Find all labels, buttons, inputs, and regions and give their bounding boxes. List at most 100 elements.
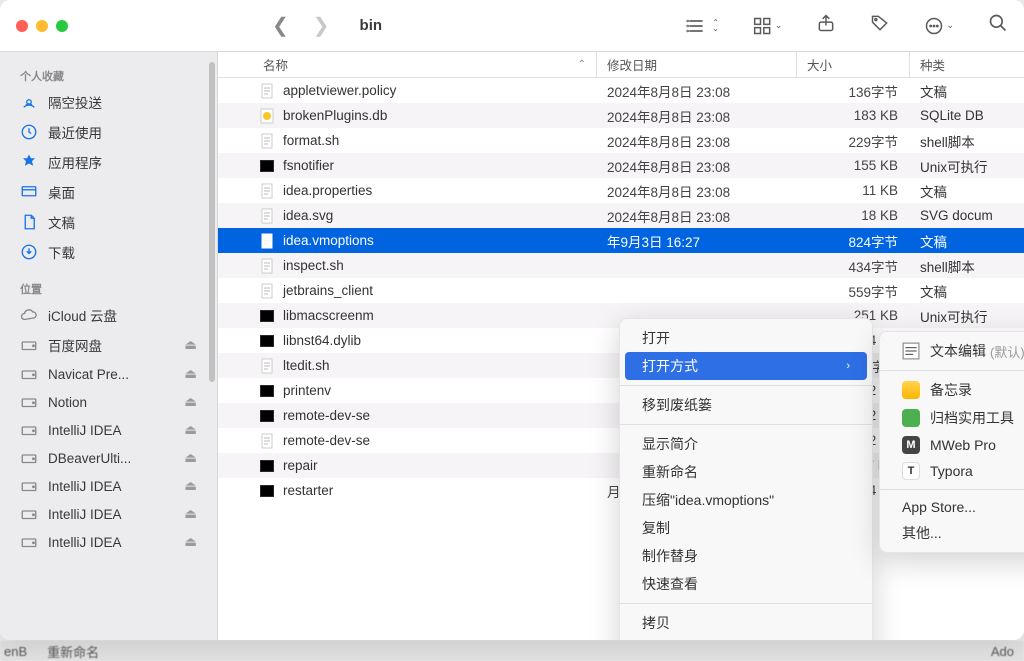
sidebar-item-apps[interactable]: 应用程序 [0, 147, 217, 177]
sidebar-location[interactable]: IntelliJ IDEA⏏ [0, 472, 217, 500]
sidebar-location[interactable]: Notion ⏏ [0, 388, 217, 416]
file-icon [259, 233, 275, 249]
ow-typora[interactable]: TTypora [880, 458, 1024, 484]
sidebar-item-airdrop[interactable]: 隔空投送 [0, 87, 217, 117]
file-kind: 文稿 [910, 81, 1024, 101]
file-icon [259, 133, 275, 149]
background-blur: enB重新命名Ado [0, 641, 1024, 661]
sidebar-location[interactable]: Navicat Pre...⏏ [0, 360, 217, 388]
ctx-copy[interactable]: 拷贝 [620, 609, 872, 637]
typora-app-icon: T [902, 462, 920, 480]
file-date: 2024年8月8日 23:08 [597, 106, 797, 126]
column-header-kind[interactable]: 种类 [910, 52, 1024, 77]
eject-icon[interactable]: ⏏ [184, 394, 197, 410]
close-window-button[interactable] [16, 20, 28, 32]
sidebar-item-doc[interactable]: 文稿 [0, 207, 217, 237]
sidebar-item-desktop[interactable]: 桌面 [0, 177, 217, 207]
ctx-quick-look[interactable]: 快速查看 [620, 570, 872, 598]
sidebar-location[interactable]: IntelliJ IDEA⏏ [0, 528, 217, 556]
sidebar-location[interactable]: IntelliJ IDEA⏏ [0, 416, 217, 444]
file-row[interactable]: ▸appletviewer.policy2024年8月8日 23:08136字节… [218, 78, 1024, 103]
eject-icon[interactable]: ⏏ [184, 422, 197, 438]
ow-mweb[interactable]: MMWeb Pro [880, 432, 1024, 458]
file-size: 434字节 [797, 256, 910, 276]
eject-icon[interactable]: ⏏ [184, 366, 197, 382]
ow-textedit[interactable]: 文本编辑(默认) [880, 337, 1024, 365]
sidebar-item-label: 文稿 [48, 212, 75, 232]
airdrop-icon [20, 93, 38, 111]
tags-button[interactable] [870, 13, 890, 38]
desktop-icon [20, 183, 38, 201]
eject-icon[interactable]: ⏏ [184, 534, 197, 550]
disk-icon [20, 505, 38, 523]
sidebar-section-locations: 位置 [0, 275, 217, 300]
ctx-open[interactable]: 打开 [620, 324, 872, 352]
column-header-size[interactable]: 大小 [797, 52, 910, 77]
eject-icon[interactable]: ⏏ [184, 337, 197, 353]
ow-other[interactable]: 其他... [880, 519, 1024, 547]
file-name: format.sh [283, 133, 339, 148]
sidebar-item-label: Notion [48, 395, 87, 410]
group-by-button[interactable]: ⌄ [753, 16, 783, 36]
sidebar-location[interactable]: iCloud 云盘 [0, 300, 217, 330]
sidebar-location[interactable]: DBeaverUlti...⏏ [0, 444, 217, 472]
file-size: 155 KB [797, 158, 910, 173]
sidebar-scrollbar[interactable] [209, 62, 215, 382]
sidebar-location[interactable]: 百度网盘⏏ [0, 330, 217, 360]
ow-notes[interactable]: 备忘录 [880, 376, 1024, 404]
ctx-duplicate[interactable]: 复制 [620, 514, 872, 542]
eject-icon[interactable]: ⏏ [184, 478, 197, 494]
minimize-window-button[interactable] [36, 20, 48, 32]
ctx-rename[interactable]: 重新命名 [620, 458, 872, 486]
ctx-compress[interactable]: 压缩"idea.vmoptions" [620, 486, 872, 514]
sidebar-location[interactable]: IntelliJ IDEA⏏ [0, 500, 217, 528]
action-menu-button[interactable]: ⌄ [924, 16, 954, 36]
file-name: idea.vmoptions [283, 233, 374, 248]
ctx-move-to-trash[interactable]: 移到废纸篓 [620, 391, 872, 419]
column-header-date[interactable]: 修改日期 [597, 52, 797, 77]
file-size: 136字节 [797, 81, 910, 101]
traffic-lights [16, 20, 68, 32]
sidebar-item-download[interactable]: 下载 [0, 237, 217, 267]
ctx-make-alias[interactable]: 制作替身 [620, 542, 872, 570]
file-icon [259, 258, 275, 274]
ctx-get-info[interactable]: 显示简介 [620, 430, 872, 458]
file-row[interactable]: ▸inspect.sh434字节shell脚本 [218, 253, 1024, 278]
ow-app-store[interactable]: App Store... [880, 495, 1024, 519]
file-row[interactable]: ▸idea.svg2024年8月8日 23:0818 KBSVG docum [218, 203, 1024, 228]
file-icon [259, 433, 275, 449]
file-row[interactable]: ▸jetbrains_client559字节文稿 [218, 278, 1024, 303]
file-icon [259, 283, 275, 299]
file-row[interactable]: ▸brokenPlugins.db2024年8月8日 23:08183 KBSQ… [218, 103, 1024, 128]
ctx-open-with[interactable]: 打开方式› [625, 352, 867, 380]
disk-icon [20, 533, 38, 551]
file-kind: 文稿 [910, 181, 1024, 201]
file-name: jetbrains_client [283, 283, 373, 298]
sidebar-item-label: 下载 [48, 242, 75, 262]
share-button[interactable] [816, 13, 836, 38]
file-row[interactable]: ▸format.sh2024年8月8日 23:08229字节shell脚本 [218, 128, 1024, 153]
file-size: 11 KB [797, 183, 910, 198]
eject-icon[interactable]: ⏏ [184, 450, 197, 466]
window-title: bin [360, 17, 383, 34]
notes-app-icon [902, 381, 920, 399]
search-button[interactable] [988, 13, 1008, 38]
disk-icon [20, 421, 38, 439]
file-icon [259, 458, 275, 474]
sidebar-item-clock[interactable]: 最近使用 [0, 117, 217, 147]
view-options-button[interactable]: ⌃⌄ [686, 16, 719, 36]
eject-icon[interactable]: ⏏ [184, 506, 197, 522]
zoom-window-button[interactable] [56, 20, 68, 32]
file-icon [259, 308, 275, 324]
disk-icon [20, 365, 38, 383]
ow-archive[interactable]: 归档实用工具 [880, 404, 1024, 432]
file-kind: Unix可执行 [910, 156, 1024, 176]
forward-button[interactable]: ❯ [313, 13, 330, 38]
file-row[interactable]: ▸idea.vmoptions年9月3日 16:27824字节文稿 [218, 228, 1024, 253]
file-row[interactable]: ▸fsnotifier2024年8月8日 23:08155 KBUnix可执行 [218, 153, 1024, 178]
column-header-name[interactable]: 名称⌃ [218, 52, 597, 77]
back-button[interactable]: ❮ [272, 13, 289, 38]
ctx-share[interactable]: 共享› [620, 637, 872, 640]
file-icon [259, 158, 275, 174]
file-row[interactable]: ▸idea.properties2024年8月8日 23:0811 KB文稿 [218, 178, 1024, 203]
